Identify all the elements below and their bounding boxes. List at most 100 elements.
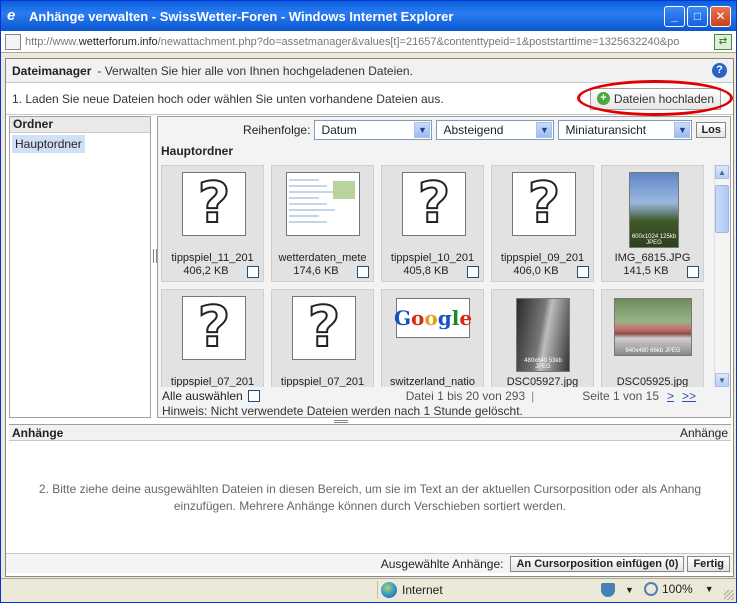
scroll-thumb[interactable] xyxy=(715,185,729,233)
folder-item-hauptordner[interactable]: Hauptordner xyxy=(12,135,85,153)
thumbnail-caption: 1024x768 175kb PNG xyxy=(293,228,353,234)
thumbnail-line xyxy=(289,191,335,193)
file-tile[interactable]: ? tippspiel_07_201 xyxy=(161,289,264,387)
close-button[interactable]: ✕ xyxy=(710,5,731,27)
thumbnail-line xyxy=(289,221,327,223)
maximize-button[interactable]: □ xyxy=(687,5,708,27)
select-all-checkbox[interactable] xyxy=(247,390,260,402)
file-tile[interactable]: 640x480 66kb JPEG DSC05925.jpg xyxy=(601,289,704,387)
ie-logo-icon: e xyxy=(7,7,16,24)
attachments-header: Anhänge Anhänge xyxy=(9,425,731,441)
select-all-label: Alle auswählen xyxy=(162,389,243,403)
thumbnail-caption: 480x640 53kb JPEG xyxy=(524,358,562,370)
security-zone[interactable]: Internet xyxy=(381,582,443,598)
file-tile[interactable]: ? tippspiel_07_201 xyxy=(271,289,374,387)
upload-step-text: 1. Laden Sie neue Dateien hoch oder wähl… xyxy=(12,91,444,106)
file-thumbnail: 600x1024 125kb JPEG xyxy=(629,172,679,248)
file-name: tippspiel_11_201 xyxy=(171,252,254,264)
file-tile[interactable]: ? tippspiel_09_201 406,0 KB xyxy=(491,165,594,282)
unknown-file-icon: ? xyxy=(182,296,246,360)
dateimanager-panel: Dateimanager - Verwalten Sie hier alle v… xyxy=(5,58,734,577)
thumbnail-line xyxy=(289,203,327,205)
file-thumbnail: 480x640 53kb JPEG xyxy=(516,298,570,372)
unknown-file-icon: ? xyxy=(182,172,246,236)
dateimanager-title: Dateimanager xyxy=(12,63,92,78)
last-page-link[interactable]: >> xyxy=(682,389,696,403)
horizontal-splitter[interactable] xyxy=(334,420,348,423)
question-mark-icon: ? xyxy=(197,295,232,360)
address-bar[interactable]: http://www.wetterforum.info/newattachmen… xyxy=(1,31,736,53)
browser-window: e Anhänge verwalten - SwissWetter-Foren … xyxy=(0,0,737,603)
file-tile[interactable]: 480x640 53kb JPEG DSC05927.jpg xyxy=(491,289,594,387)
file-tile[interactable]: Go o g l e 366x163 16kb JPEG switzerland_natio xyxy=(381,289,484,387)
file-tile[interactable]: ? tippspiel_11_201 406,2 KB xyxy=(161,165,264,282)
scroll-up-icon[interactable]: ▲ xyxy=(715,165,729,179)
add-icon: + xyxy=(596,92,610,105)
dateimanager-subtitle: - Verwalten Sie hier alle von Ihnen hoch… xyxy=(97,63,413,78)
file-name: tippspiel_07_201 xyxy=(280,376,365,387)
next-page-link[interactable]: > xyxy=(667,389,674,403)
google-logo-letter: o xyxy=(411,306,425,330)
sort-select[interactable]: Datum ▼ xyxy=(314,120,433,140)
go-button[interactable]: Los xyxy=(696,122,726,138)
file-scrollbar[interactable]: ▲ ▼ xyxy=(714,165,729,387)
file-tile[interactable]: 600x1024 125kb JPEG IMG_6815.JPG 141,5 KB xyxy=(601,165,704,282)
thumbnail-line xyxy=(289,215,319,217)
url-path: /newattachment.php?do=assetmanager&value… xyxy=(157,35,680,48)
file-grid: ? tippspiel_11_201 406,2 KB 1024x768 175kb … xyxy=(158,165,716,387)
compatibility-icon[interactable]: ⇄ xyxy=(714,33,732,50)
file-tile[interactable]: ? tippspiel_10_201 405,8 KB xyxy=(381,165,484,282)
unknown-file-icon: ? xyxy=(402,172,466,236)
thumbnail-map xyxy=(333,181,355,199)
thumbnail-line xyxy=(289,209,335,211)
done-button[interactable]: Fertig xyxy=(687,555,730,572)
order-label: Reihenfolge: xyxy=(243,123,311,137)
file-checkbox[interactable] xyxy=(247,266,259,278)
resize-grip[interactable] xyxy=(724,590,734,600)
file-checkbox[interactable] xyxy=(577,266,589,278)
question-mark-icon: ? xyxy=(417,171,452,236)
thumbnail-caption: 366x163 16kb JPEG xyxy=(399,329,467,336)
help-icon[interactable]: ? xyxy=(712,63,727,78)
file-size: 406,2 KB xyxy=(183,265,229,277)
security-zone-label: Internet xyxy=(402,583,443,597)
url-text[interactable]: http://www.wetterforum.info/newattachmen… xyxy=(25,36,714,48)
question-mark-icon: ? xyxy=(197,171,232,236)
file-pane: Reihenfolge: Datum ▼ Absteigend ▼ Miniatur… xyxy=(157,116,731,418)
direction-select[interactable]: Absteigend ▼ xyxy=(436,120,555,140)
title-bar[interactable]: e Anhänge verwalten - SwissWetter-Foren … xyxy=(1,1,736,31)
minimize-button[interactable]: _ xyxy=(664,5,685,27)
view-select[interactable]: Miniaturansicht ▼ xyxy=(558,120,693,140)
file-checkbox[interactable] xyxy=(467,266,479,278)
thumbnail-line xyxy=(289,197,319,199)
view-select-value: Miniaturansicht xyxy=(565,123,647,137)
page-icon xyxy=(5,33,21,50)
footer-separator: | xyxy=(531,389,535,403)
file-name: IMG_6815.JPG xyxy=(614,252,691,264)
direction-select-value: Absteigend xyxy=(443,123,504,137)
attachments-pane[interactable]: Anhänge Anhänge 2. Bitte ziehe deine aus… xyxy=(9,424,731,539)
file-count: Datei 1 bis 20 von 293 xyxy=(405,389,526,403)
file-checkbox[interactable] xyxy=(687,266,699,278)
file-thumbnail: 640x480 66kb JPEG xyxy=(614,298,692,356)
window-title: Anhänge verwalten - SwissWetter-Foren - … xyxy=(29,8,454,24)
insert-at-cursor-button[interactable]: An Cursorposition einfügen (0) xyxy=(510,555,685,572)
file-tile[interactable]: 1024x768 175kb PNG wetterdaten_mete 174,6 … xyxy=(271,165,374,282)
file-name: tippspiel_07_201 xyxy=(170,376,255,387)
chevron-down-icon: ▼ xyxy=(625,585,634,595)
selected-attachments-label: Ausgewählte Anhänge: xyxy=(380,556,504,571)
thumbnail-line xyxy=(289,185,327,187)
page-indicator: Seite 1 von 15 xyxy=(582,389,659,403)
folder-pane-heading: Ordner xyxy=(10,117,150,133)
zoom-icon xyxy=(644,582,658,596)
shield-icon xyxy=(601,583,615,597)
sort-select-value: Datum xyxy=(321,123,357,137)
file-checkbox[interactable] xyxy=(357,266,369,278)
scroll-down-icon[interactable]: ▼ xyxy=(715,373,729,387)
thumbnail-line xyxy=(289,179,319,181)
protected-mode[interactable]: ▼ xyxy=(601,583,634,597)
globe-icon xyxy=(381,582,397,598)
zoom-control[interactable]: 100% ▼ xyxy=(644,582,714,596)
google-logo-letter: e xyxy=(459,306,473,330)
upload-button[interactable]: + Dateien hochladen xyxy=(589,87,721,110)
